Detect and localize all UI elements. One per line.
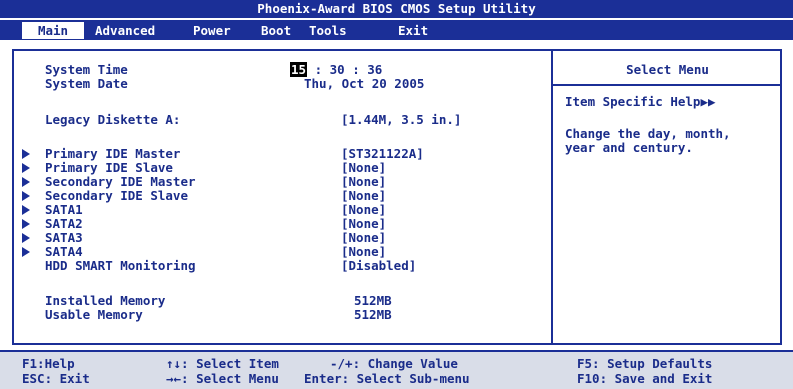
menu-bar: Main Advanced Power Boot Tools Exit [0,18,793,40]
sata3-value[interactable]: [None] [341,230,386,245]
hdd-smart-label: HDD SMART Monitoring [45,258,196,273]
esc-exit-hint: ESC: Exit [22,371,90,386]
sata1-value[interactable]: [None] [341,202,386,217]
secondary-ide-master-value[interactable]: [None] [341,174,386,189]
sata3-label[interactable]: SATA3 [45,230,83,245]
settings-frame: System Time 15 : 30 : 36 System Date Thu… [12,49,782,345]
submenu-arrow-icon [22,163,30,173]
legacy-diskette-value[interactable]: [1.44M, 3.5 in.] [341,112,461,127]
help-header: Select Menu [626,62,709,77]
main-panel: System Time 15 : 30 : 36 System Date Thu… [0,40,793,350]
system-date-label: System Date [45,76,128,91]
secondary-ide-slave-value[interactable]: [None] [341,188,386,203]
select-submenu-hint: Enter: Select Sub-menu [304,371,470,386]
change-value-hint: -/+: Change Value [330,356,458,371]
secondary-ide-master-label[interactable]: Secondary IDE Master [45,174,196,189]
window-title: Phoenix-Award BIOS CMOS Setup Utility [0,0,793,18]
setup-defaults-hint: F5: Setup Defaults [577,356,713,371]
panel-divider [551,51,553,343]
tab-tools[interactable]: Tools [309,22,347,39]
select-item-hint: ↑↓: Select Item [166,356,279,371]
select-menu-hint: →←: Select Menu [166,371,279,386]
tab-main[interactable]: Main [22,22,84,39]
primary-ide-master-label[interactable]: Primary IDE Master [45,146,180,161]
help-header-divider [553,84,782,86]
help-text-line1: Change the day, month, [565,126,731,141]
submenu-arrow-icon [22,177,30,187]
usable-memory-label: Usable Memory [45,307,143,322]
submenu-arrow-icon [22,191,30,201]
sata4-value[interactable]: [None] [341,244,386,259]
system-time-value[interactable]: 15 : 30 : 36 [290,62,382,77]
submenu-arrow-icon [22,205,30,215]
installed-memory-label: Installed Memory [45,293,166,308]
primary-ide-slave-value[interactable]: [None] [341,160,386,175]
tab-advanced[interactable]: Advanced [95,22,155,39]
submenu-arrow-icon [22,247,30,257]
submenu-arrow-icon [22,219,30,229]
system-time-label: System Time [45,62,128,77]
legacy-diskette-label: Legacy Diskette A: [45,112,181,127]
tab-boot[interactable]: Boot [261,22,291,39]
key-help-footer: F1:Help ESC: Exit ↑↓: Select Item →←: Se… [0,350,793,389]
tab-exit[interactable]: Exit [398,22,428,39]
primary-ide-slave-label[interactable]: Primary IDE Slave [45,160,173,175]
help-text-line2: year and century. [565,140,693,155]
sata2-value[interactable]: [None] [341,216,386,231]
hdd-smart-value[interactable]: [Disabled] [341,258,416,273]
usable-memory-value: 512MB [354,307,392,322]
save-exit-hint: F10: Save and Exit [577,371,713,386]
secondary-ide-slave-label[interactable]: Secondary IDE Slave [45,188,188,203]
item-specific-help: Item Specific Help▶▶ [565,94,716,109]
time-minutes-seconds[interactable]: : 30 : 36 [315,62,383,77]
submenu-arrow-icon [22,149,30,159]
f1-help-hint: F1:Help [22,356,75,371]
primary-ide-master-value[interactable]: [ST321122A] [341,146,424,161]
system-date-value[interactable]: Thu, Oct 20 2005 [304,76,424,91]
sata4-label[interactable]: SATA4 [45,244,83,259]
sata1-label[interactable]: SATA1 [45,202,83,217]
tab-power[interactable]: Power [193,22,231,39]
sata2-label[interactable]: SATA2 [45,216,83,231]
submenu-arrow-icon [22,233,30,243]
installed-memory-value: 512MB [354,293,392,308]
time-hour-field[interactable]: 15 [290,62,308,77]
